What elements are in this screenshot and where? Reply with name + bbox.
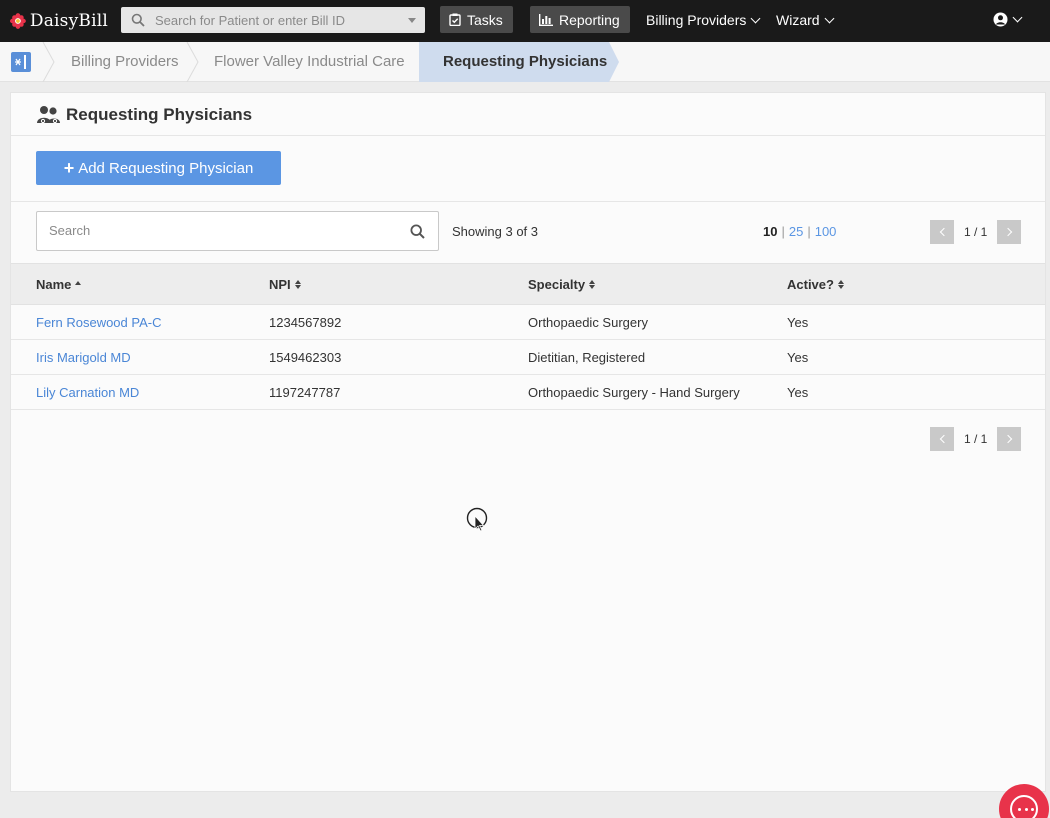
wizard-label: Wizard — [776, 12, 820, 28]
npi-cell: 1234567892 — [269, 315, 342, 330]
breadcrumb-separator — [186, 42, 199, 82]
next-page-button[interactable] — [997, 220, 1022, 244]
table-row: Lily Carnation MD 1197247787 Orthopaedic… — [11, 375, 1045, 410]
specialty-cell: Dietitian, Registered — [528, 350, 646, 365]
chat-bubble-icon — [1010, 795, 1038, 818]
table-search[interactable] — [36, 211, 439, 251]
tasks-button[interactable]: Tasks — [440, 6, 513, 33]
chevron-down-icon — [750, 13, 761, 23]
search-input[interactable] — [49, 223, 389, 238]
column-specialty[interactable]: Specialty — [528, 277, 596, 292]
users-icon — [37, 106, 60, 124]
panel-header: Requesting Physicians — [11, 93, 1045, 136]
physicians-table: Name NPI Specialty Active? Fern Rosewood… — [11, 263, 1045, 410]
physician-name-link[interactable]: Fern Rosewood PA-C — [36, 315, 161, 330]
table-row: Fern Rosewood PA-C 1234567892 Orthopaedi… — [11, 305, 1045, 340]
chevron-left-icon — [939, 227, 948, 237]
breadcrumb: Billing Providers Flower Valley Industri… — [0, 42, 1050, 82]
page-indicator: 1 / 1 — [964, 225, 988, 239]
breadcrumb-current-label: Requesting Physicians — [443, 53, 608, 70]
caret-down-icon[interactable] — [408, 18, 416, 23]
active-cell: Yes — [787, 385, 809, 400]
chevron-down-icon — [1012, 12, 1023, 23]
top-nav: DaisyBill Tasks Reporting Billing Provid… — [0, 0, 1050, 42]
page-indicator: 1 / 1 — [964, 432, 988, 446]
chevron-right-icon — [1003, 227, 1013, 237]
active-cell: Yes — [787, 315, 809, 330]
tasks-label: Tasks — [467, 11, 503, 28]
user-circle-icon — [993, 12, 1008, 27]
physician-name-link[interactable]: Lily Carnation MD — [36, 385, 139, 400]
daisy-flower-icon — [10, 13, 26, 29]
billing-providers-label: Billing Providers — [646, 12, 747, 28]
main-panel: Requesting Physicians + Add Requesting P… — [10, 92, 1046, 792]
breadcrumb-separator — [42, 42, 55, 82]
showing-count: Showing 3 of 3 — [452, 224, 539, 239]
breadcrumb-billing-providers[interactable]: Billing Providers — [71, 42, 179, 82]
sort-asc-icon — [75, 281, 82, 285]
wizard-menu[interactable]: Wizard — [776, 12, 835, 28]
next-page-button[interactable] — [997, 427, 1022, 451]
breadcrumb-flower-valley[interactable]: Flower Valley Industrial Care — [214, 42, 405, 82]
per-page-selector: 10 | 25 | 100 — [763, 224, 837, 239]
chevron-right-icon — [1003, 434, 1013, 444]
column-active[interactable]: Active? — [787, 277, 844, 292]
user-menu[interactable] — [993, 12, 1023, 27]
sort-icon — [589, 279, 596, 290]
per-page-10[interactable]: 10 — [763, 224, 777, 239]
per-page-100[interactable]: 100 — [815, 224, 837, 239]
pager-top: 1 / 1 — [930, 220, 1022, 244]
app-name: DaisyBill — [29, 11, 108, 31]
global-search-input[interactable] — [155, 12, 395, 28]
prev-page-button[interactable] — [930, 427, 954, 451]
pager-bottom: 1 / 1 — [930, 427, 1022, 451]
mouse-cursor-icon — [466, 507, 488, 532]
npi-cell: 1549462303 — [269, 350, 342, 365]
add-requesting-physician-button[interactable]: + Add Requesting Physician — [36, 151, 281, 185]
specialty-cell: Orthopaedic Surgery — [528, 315, 648, 330]
page-title: Requesting Physicians — [66, 105, 253, 124]
reporting-button[interactable]: Reporting — [530, 6, 630, 33]
physician-name-link[interactable]: Iris Marigold MD — [36, 350, 131, 365]
app-logo[interactable]: DaisyBill — [10, 10, 108, 32]
table-header: Name NPI Specialty Active? — [11, 263, 1045, 305]
divider — [11, 201, 1045, 202]
active-cell: Yes — [787, 350, 809, 365]
sort-icon — [294, 279, 301, 290]
plus-icon: + — [63, 157, 75, 178]
breadcrumb-current: Requesting Physicians — [419, 42, 619, 82]
reporting-label: Reporting — [559, 11, 620, 28]
clipboard-check-icon — [449, 13, 461, 26]
specialty-cell: Orthopaedic Surgery - Hand Surgery — [528, 385, 740, 400]
npi-cell: 1197247787 — [269, 385, 341, 400]
billing-providers-menu[interactable]: Billing Providers — [646, 12, 761, 28]
sort-icon — [837, 279, 844, 290]
per-page-25[interactable]: 25 — [789, 224, 803, 239]
add-button-label: Add Requesting Physician — [78, 159, 254, 177]
prev-page-button[interactable] — [930, 220, 954, 244]
bar-chart-icon — [539, 13, 553, 26]
search-icon — [131, 13, 145, 27]
global-search[interactable] — [121, 7, 425, 33]
column-name[interactable]: Name — [36, 277, 82, 292]
chevron-left-icon — [939, 434, 948, 444]
sidebar-toggle-icon[interactable] — [11, 52, 31, 72]
search-icon[interactable] — [410, 224, 425, 239]
chevron-down-icon — [824, 13, 835, 23]
column-npi[interactable]: NPI — [269, 277, 301, 292]
table-row: Iris Marigold MD 1549462303 Dietitian, R… — [11, 340, 1045, 375]
